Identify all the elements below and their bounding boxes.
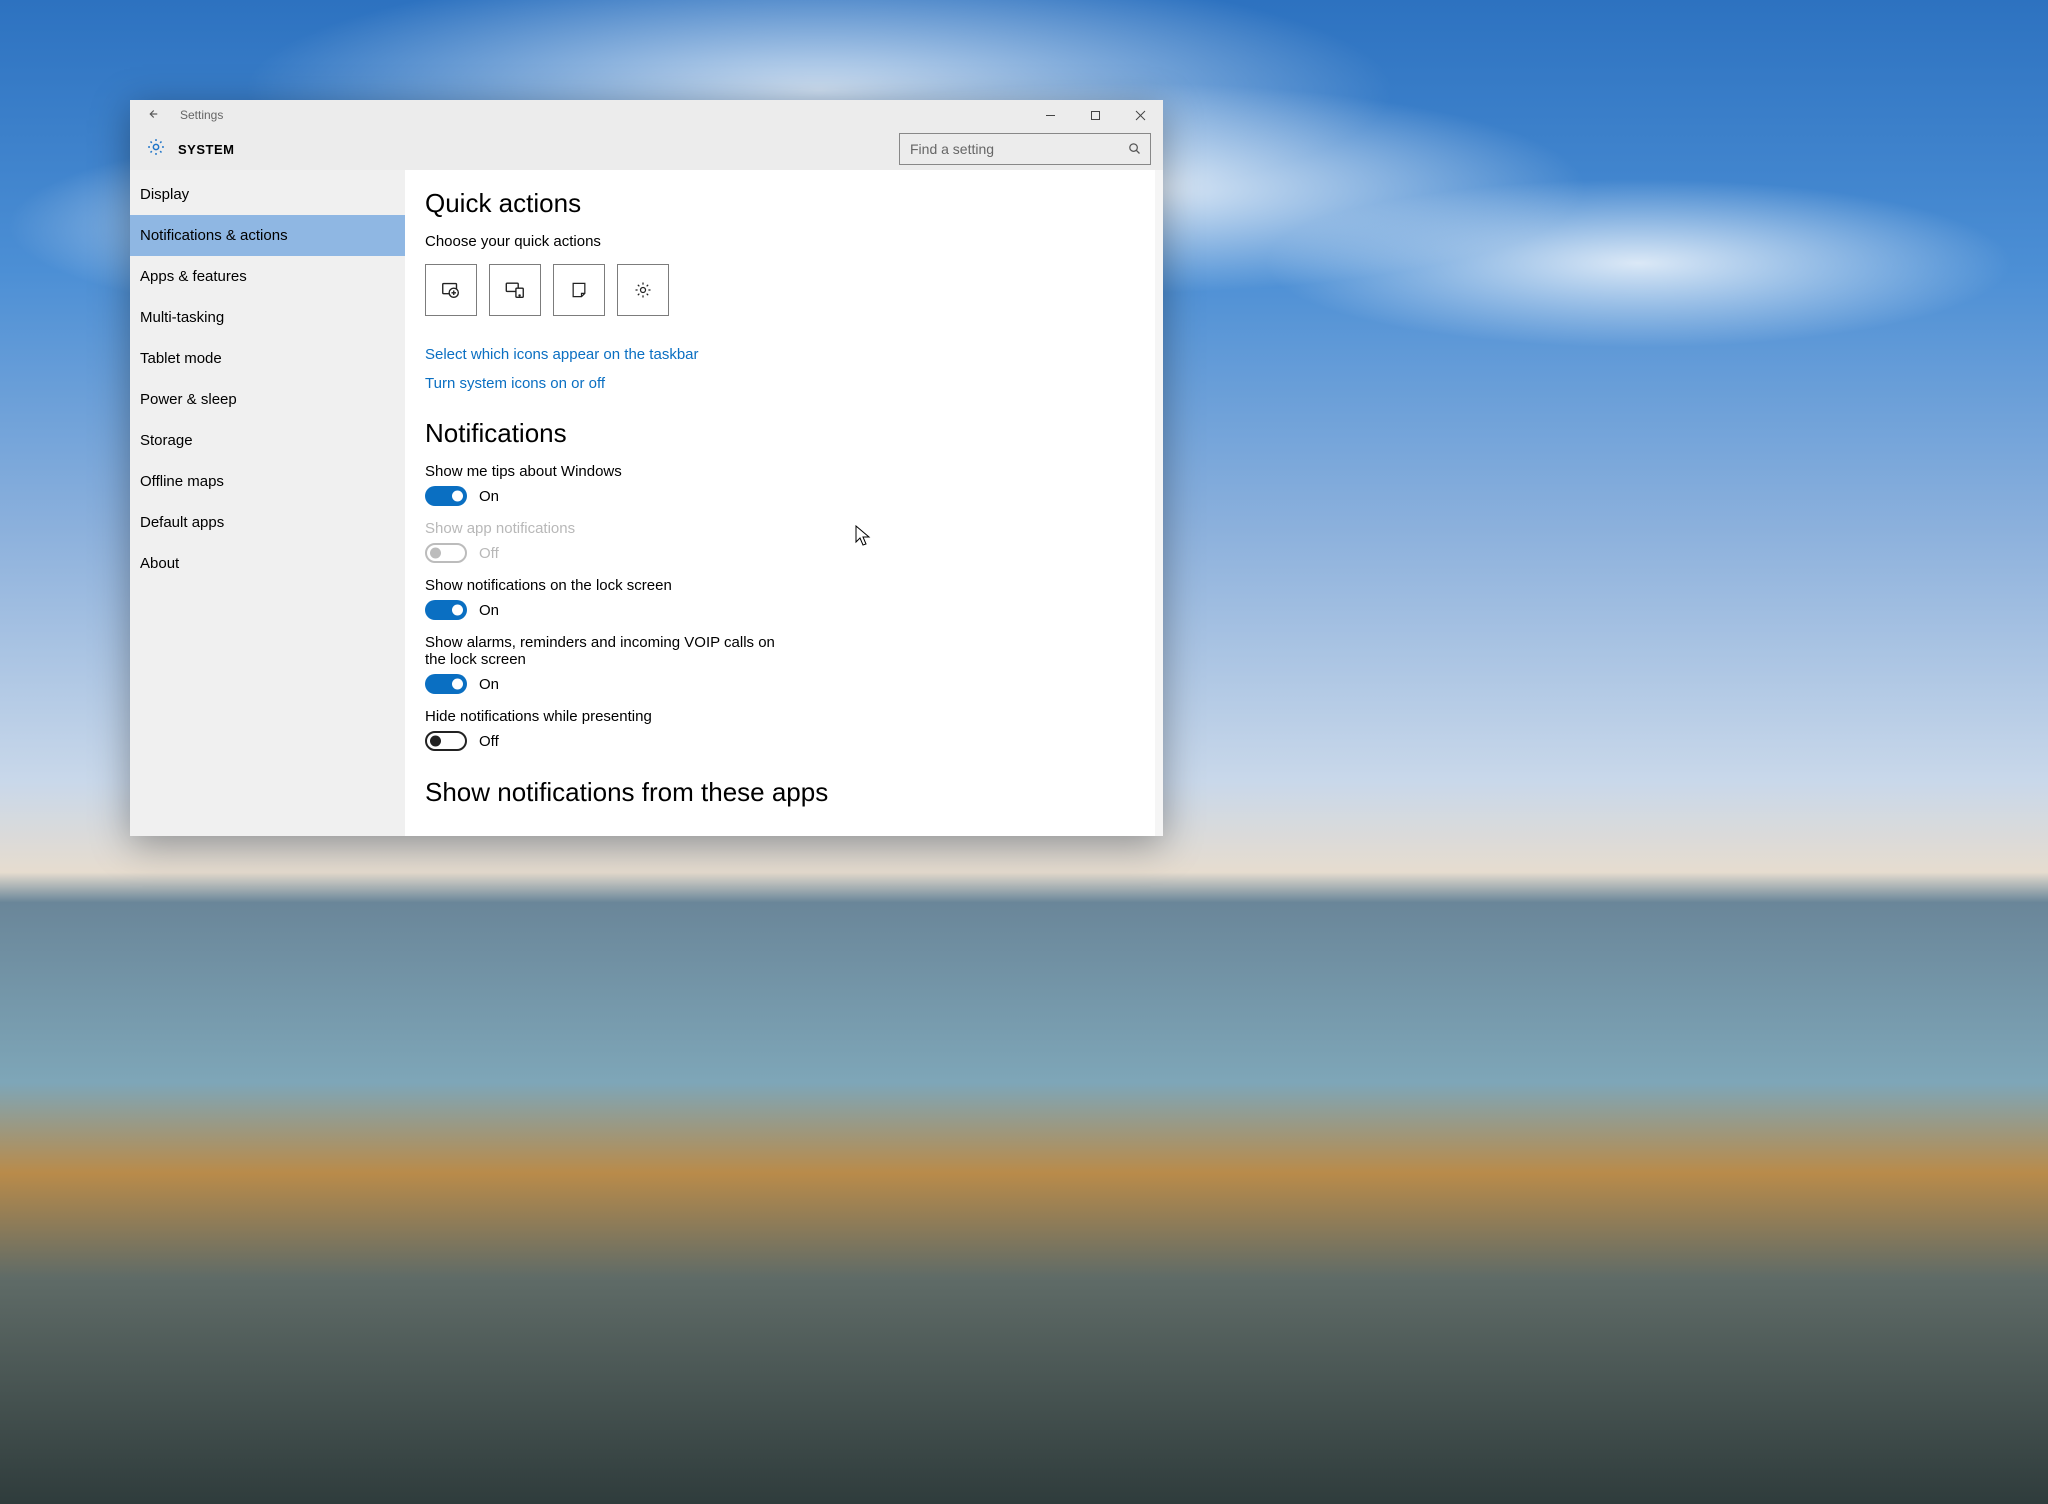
close-button[interactable] (1118, 100, 1163, 130)
toggle-switch[interactable] (425, 486, 467, 506)
back-button[interactable] (130, 107, 174, 124)
maximize-button[interactable] (1073, 100, 1118, 130)
toggle-switch (425, 543, 467, 563)
sidebar-item-power-sleep[interactable]: Power & sleep (130, 379, 405, 420)
toggle-switch[interactable] (425, 731, 467, 751)
sidebar-item-apps-features[interactable]: Apps & features (130, 256, 405, 297)
sidebar-item-multitasking[interactable]: Multi-tasking (130, 297, 405, 338)
sidebar: Display Notifications & actions Apps & f… (130, 170, 405, 836)
sidebar-item-label: Display (140, 186, 189, 203)
toggle-state: On (479, 602, 499, 619)
toggle-app-notifications: Show app notifications Off (425, 520, 785, 563)
sidebar-item-label: Tablet mode (140, 350, 222, 367)
sidebar-item-label: About (140, 555, 179, 572)
toggle-label: Hide notifications while presenting (425, 708, 785, 725)
toggle-label: Show app notifications (425, 520, 785, 537)
link-taskbar-icons[interactable]: Select which icons appear on the taskbar (425, 346, 1135, 363)
settings-gear-icon (146, 137, 166, 161)
settings-window: Settings SYSTEM Display No (130, 100, 1163, 836)
toggle-switch[interactable] (425, 600, 467, 620)
toggle-state: On (479, 488, 499, 505)
link-system-icons[interactable]: Turn system icons on or off (425, 375, 1135, 392)
content-pane: Quick actions Choose your quick actions (405, 170, 1163, 836)
sidebar-item-label: Offline maps (140, 473, 224, 490)
section-heading-notifications: Notifications (425, 418, 1135, 449)
window-title: Settings (174, 108, 223, 122)
toggle-label: Show alarms, reminders and incoming VOIP… (425, 634, 785, 668)
quick-action-connect[interactable] (489, 264, 541, 316)
search-icon (1127, 141, 1142, 160)
sidebar-item-label: Notifications & actions (140, 227, 288, 244)
search-box[interactable] (899, 133, 1151, 165)
sidebar-item-label: Apps & features (140, 268, 247, 285)
sidebar-item-offline-maps[interactable]: Offline maps (130, 461, 405, 502)
quick-action-note[interactable] (553, 264, 605, 316)
titlebar[interactable]: Settings (130, 100, 1163, 130)
sidebar-item-display[interactable]: Display (130, 174, 405, 215)
toggle-state: Off (479, 545, 499, 562)
sidebar-item-default-apps[interactable]: Default apps (130, 502, 405, 543)
toggle-alarms-voip: Show alarms, reminders and incoming VOIP… (425, 634, 785, 694)
section-heading-quick-actions: Quick actions (425, 188, 1135, 219)
toggle-switch[interactable] (425, 674, 467, 694)
sidebar-item-storage[interactable]: Storage (130, 420, 405, 461)
sidebar-item-label: Multi-tasking (140, 309, 224, 326)
sidebar-item-notifications-actions[interactable]: Notifications & actions (130, 215, 405, 256)
search-input[interactable] (900, 141, 1150, 157)
header-bar: SYSTEM (130, 130, 1163, 170)
page-heading: SYSTEM (178, 142, 234, 157)
toggle-tips: Show me tips about Windows On (425, 463, 785, 506)
sidebar-item-label: Power & sleep (140, 391, 237, 408)
quick-actions-subtext: Choose your quick actions (425, 233, 1135, 250)
sidebar-item-about[interactable]: About (130, 543, 405, 584)
minimize-button[interactable] (1028, 100, 1073, 130)
quick-actions-row (425, 264, 1135, 316)
toggle-label: Show notifications on the lock screen (425, 577, 785, 594)
toggle-state: Off (479, 733, 499, 750)
sidebar-item-label: Storage (140, 432, 193, 449)
toggle-state: On (479, 676, 499, 693)
sidebar-item-label: Default apps (140, 514, 224, 531)
toggle-hide-presenting: Hide notifications while presenting Off (425, 708, 785, 751)
quick-action-tablet-mode[interactable] (425, 264, 477, 316)
sidebar-item-tablet-mode[interactable]: Tablet mode (130, 338, 405, 379)
section-heading-app-notifications: Show notifications from these apps (425, 777, 1135, 808)
quick-action-all-settings[interactable] (617, 264, 669, 316)
scrollbar-thumb[interactable] (1155, 216, 1163, 756)
toggle-label: Show me tips about Windows (425, 463, 785, 480)
toggle-lockscreen-notifications: Show notifications on the lock screen On (425, 577, 785, 620)
